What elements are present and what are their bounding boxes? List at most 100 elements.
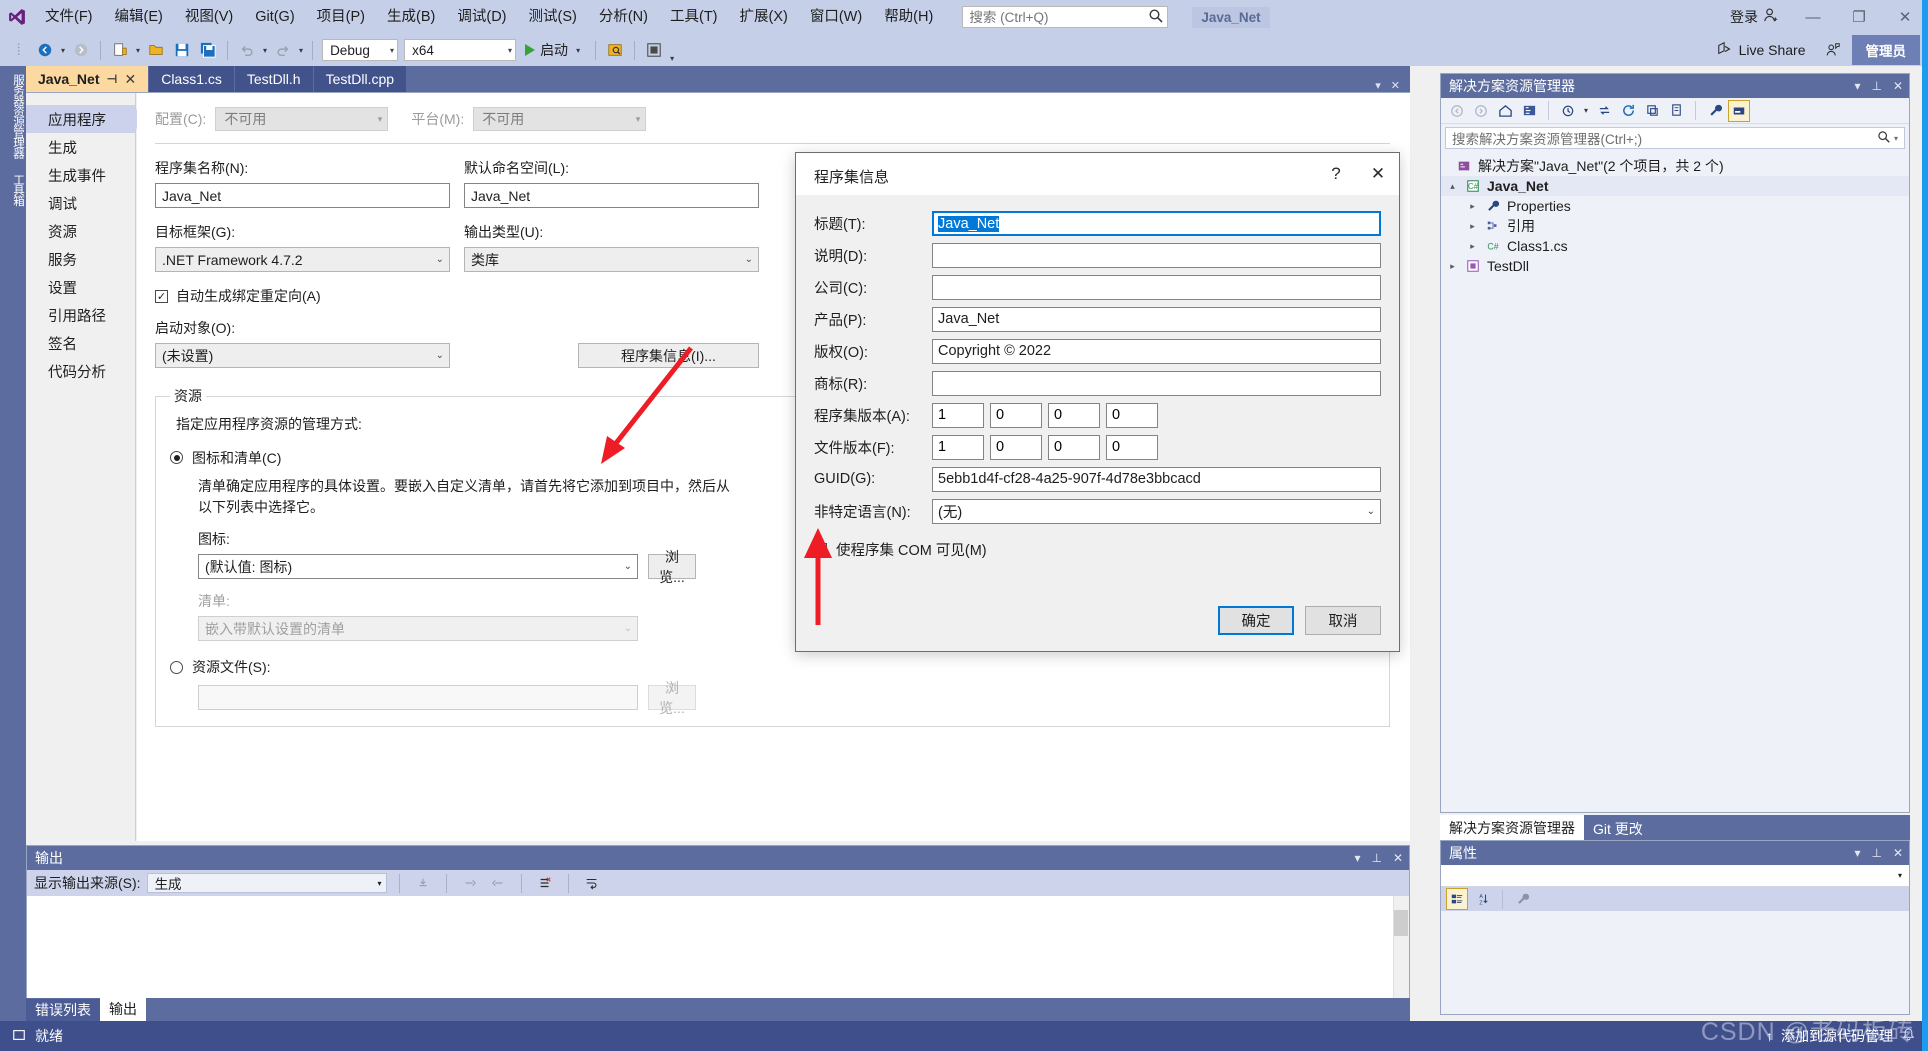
save-icon[interactable] [169, 38, 195, 62]
file-version-minor-input[interactable] [990, 434, 1042, 460]
save-all-icon[interactable] [195, 38, 221, 62]
properties-wrench-icon[interactable] [1704, 100, 1726, 122]
menu-debug[interactable]: 调试(D) [446, 0, 517, 34]
menu-project[interactable]: 项目(P) [306, 0, 376, 34]
menu-analyze[interactable]: 分析(N) [588, 0, 659, 34]
guid-input[interactable]: 5ebb1d4f-cf28-4a25-907f-4d78e3bbcacd [932, 466, 1381, 492]
tree-item-solution[interactable]: 解决方案"Java_Net"(2 个项目，共 2 个) [1441, 156, 1909, 176]
assembly-version-revision-input[interactable] [1106, 402, 1158, 428]
chevron-down-icon[interactable]: ▾ [1898, 871, 1902, 880]
tab-output[interactable]: 输出 [100, 996, 146, 1021]
dialog-ok-button[interactable]: 确定 [1218, 606, 1294, 635]
tree-item-properties[interactable]: ▸ Properties [1441, 196, 1909, 216]
properties-object-combo[interactable]: ▾ [1441, 865, 1909, 887]
target-framework-select[interactable]: .NET Framework 4.7.2 ⌄ [155, 247, 450, 272]
description-input[interactable] [932, 242, 1381, 268]
solution-platform-combo[interactable]: x64 ▾ [404, 39, 517, 61]
icon-browse-button[interactable]: 浏览... [648, 549, 696, 585]
new-project-icon[interactable] [107, 38, 133, 62]
properties-tab-build[interactable]: 生成 [26, 133, 135, 161]
copyright-input[interactable]: Copyright © 2022 [932, 338, 1381, 364]
icon-select[interactable]: (默认值: 图标) ⌄ [198, 554, 638, 580]
home-icon[interactable] [1494, 100, 1516, 122]
start-debug-button[interactable]: 启动 ▾ [519, 38, 589, 62]
vertical-tab-toolbox[interactable]: 工具箱 [0, 166, 26, 214]
send-feedback-icon[interactable] [1820, 38, 1846, 62]
close-icon[interactable]: ✕ [124, 71, 136, 88]
default-namespace-input[interactable] [464, 183, 759, 208]
properties-tab-signing[interactable]: 签名 [26, 329, 135, 357]
property-pages-wrench-icon[interactable] [1512, 888, 1534, 910]
properties-tab-application[interactable]: 应用程序 [26, 105, 147, 133]
properties-tab-reference-paths[interactable]: 引用路径 [26, 301, 135, 329]
dialog-help-button[interactable]: ? [1315, 153, 1357, 195]
close-icon[interactable]: ✕ [1893, 79, 1903, 93]
pin-icon[interactable]: ⊥ [1371, 851, 1381, 865]
menu-view[interactable]: 视图(V) [174, 0, 244, 34]
resource-file-radio-row[interactable]: 资源文件(S): [170, 657, 1375, 677]
chevron-down-icon[interactable]: ▾ [1894, 134, 1898, 143]
doc-tab-java-net[interactable]: Java_Net ⊣ ✕ [26, 66, 150, 92]
menu-git[interactable]: Git(G) [244, 0, 305, 34]
menu-extensions[interactable]: 扩展(X) [729, 0, 799, 34]
scrollbar-thumb[interactable] [1394, 910, 1408, 936]
file-version-build-input[interactable] [1048, 434, 1100, 460]
solution-configuration-combo[interactable]: Debug ▾ [322, 39, 399, 61]
refresh-icon[interactable] [1617, 100, 1639, 122]
dialog-cancel-button[interactable]: 取消 [1305, 606, 1381, 635]
tab-git-changes[interactable]: Git 更改 [1584, 818, 1652, 840]
doc-tab-testdll-h[interactable]: TestDll.h [234, 66, 314, 92]
window-minimize-button[interactable]: — [1790, 0, 1836, 34]
company-input[interactable] [932, 274, 1381, 300]
assembly-information-button[interactable]: 程序集信息(I)... [578, 343, 759, 368]
menu-window[interactable]: 窗口(W) [799, 0, 873, 34]
trademark-input[interactable] [932, 370, 1381, 396]
panel-menu-icon[interactable]: ▾ [1854, 79, 1860, 93]
twisty-collapsed-icon[interactable]: ▸ [1467, 201, 1478, 212]
com-visible-checkbox[interactable]: ✓ [814, 543, 827, 556]
doc-tab-class1-cs[interactable]: Class1.cs [149, 66, 235, 92]
doc-tab-testdll-cpp[interactable]: TestDll.cpp [313, 66, 408, 92]
show-all-files-icon[interactable] [1665, 100, 1687, 122]
categorized-view-icon[interactable] [1446, 888, 1468, 910]
menu-test[interactable]: 测试(S) [518, 0, 588, 34]
output-vertical-scrollbar[interactable] [1393, 896, 1409, 1003]
dialog-close-button[interactable]: ✕ [1357, 153, 1399, 195]
properties-tab-settings[interactable]: 设置 [26, 273, 135, 301]
properties-tab-build-events[interactable]: 生成事件 [26, 161, 135, 189]
assembly-version-build-input[interactable] [1048, 402, 1100, 428]
pending-changes-icon[interactable] [1557, 100, 1579, 122]
tab-close-group-icon[interactable]: ✕ [1391, 79, 1400, 92]
assembly-version-minor-input[interactable] [990, 402, 1042, 428]
icon-manifest-radio[interactable] [170, 451, 183, 465]
output-source-combo[interactable]: 生成 ▾ [146, 873, 387, 893]
panel-menu-icon[interactable]: ▾ [1854, 846, 1860, 860]
solution-explorer-view-icon[interactable] [1518, 100, 1540, 122]
menu-edit[interactable]: 编辑(E) [104, 0, 174, 34]
com-visible-row[interactable]: ✓ 使程序集 COM 可见(M) [814, 539, 1381, 560]
search-in-file-icon[interactable] [602, 38, 628, 62]
toolbar-overflow-icon[interactable]: ▾ [667, 54, 677, 66]
quick-search[interactable] [962, 6, 1169, 28]
menu-help[interactable]: 帮助(H) [873, 0, 944, 34]
pin-icon[interactable]: ⊥ [1871, 79, 1881, 93]
close-icon[interactable]: ✕ [1393, 851, 1403, 865]
close-icon[interactable]: ✕ [1893, 846, 1903, 860]
sign-in-button[interactable]: 登录 [1720, 7, 1790, 27]
add-to-source-control-label[interactable]: 添加到源代码管理 [1781, 1026, 1893, 1046]
chevron-down-icon[interactable]: ▾ [573, 46, 583, 55]
tree-item-java-net[interactable]: ▴ C# Java_Net [1441, 176, 1909, 196]
file-version-revision-input[interactable] [1106, 434, 1158, 460]
menu-build[interactable]: 生成(B) [376, 0, 446, 34]
assembly-name-input[interactable] [155, 183, 450, 208]
navigate-back-icon[interactable] [32, 38, 58, 62]
panel-menu-icon[interactable]: ▾ [1354, 851, 1360, 865]
toggle-word-wrap-icon[interactable] [581, 872, 603, 894]
file-version-major-input[interactable] [932, 434, 984, 460]
pin-icon[interactable]: ⊣ [107, 72, 118, 86]
properties-tab-services[interactable]: 服务 [26, 245, 135, 273]
resource-file-input[interactable] [198, 685, 638, 711]
solution-explorer-search[interactable]: 搜索解决方案资源管理器(Ctrl+;) ▾ [1445, 127, 1905, 149]
properties-tab-resources[interactable]: 资源 [26, 217, 135, 245]
twisty-expanded-icon[interactable]: ▴ [1447, 181, 1458, 192]
